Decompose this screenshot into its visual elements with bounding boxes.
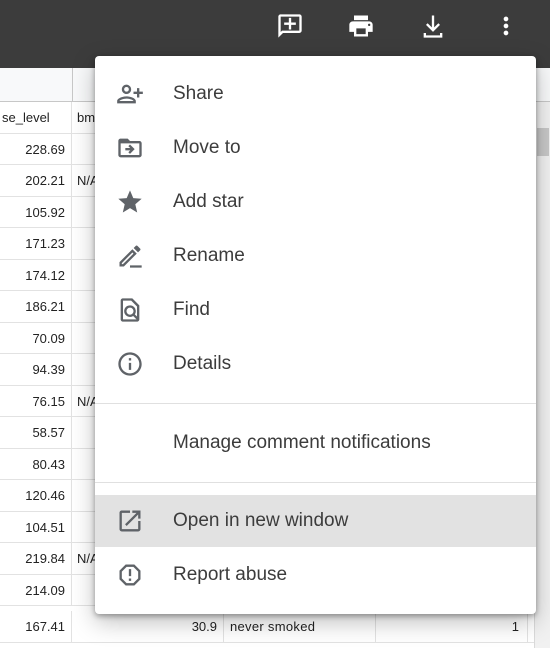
glucose-cell[interactable]: 105.92: [0, 196, 72, 227]
more-vert-icon[interactable]: [490, 10, 522, 42]
menu-separator: [95, 403, 536, 404]
glucose-cell[interactable]: 186.21: [0, 291, 72, 322]
download-icon[interactable]: [417, 10, 449, 42]
glucose-cell[interactable]: 76.15: [0, 385, 72, 416]
table-row: 167.41 30.9 never smoked 1: [0, 611, 550, 643]
person-add-icon: [115, 80, 145, 108]
glucose-cell[interactable]: 171.23: [0, 228, 72, 259]
open-in-new-icon: [115, 507, 145, 535]
glucose-cell[interactable]: 167.41: [0, 611, 72, 642]
menu-item-manage-comment-notifications[interactable]: Manage comment notifications: [95, 417, 536, 469]
menu-item-label: Manage comment notifications: [173, 432, 431, 453]
menu-item-rename[interactable]: Rename: [95, 230, 536, 282]
glucose-cell[interactable]: 70.09: [0, 322, 72, 353]
menu-item-label: Add star: [173, 191, 244, 212]
add-comment-icon[interactable]: [274, 10, 306, 42]
star-icon: [115, 188, 145, 216]
menu-item-share[interactable]: Share: [95, 68, 536, 120]
report-icon: [115, 561, 145, 589]
menu-item-report-abuse[interactable]: Report abuse: [95, 549, 536, 601]
more-actions-menu: Share Move to Add star Rename Find Detai…: [95, 56, 536, 614]
menu-item-label: Share: [173, 83, 224, 104]
glucose-cell[interactable]: 202.21: [0, 165, 72, 196]
menu-item-label: Move to: [173, 137, 241, 158]
menu-separator: [95, 482, 536, 483]
glucose-cell[interactable]: 219.84: [0, 543, 72, 574]
glucose-cell[interactable]: 214.09: [0, 574, 72, 605]
header-cell[interactable]: se_level: [0, 102, 72, 133]
menu-item-label: Details: [173, 353, 232, 374]
vertical-scrollbar[interactable]: [534, 102, 550, 648]
menu-item-open-in-new-window[interactable]: Open in new window: [95, 495, 536, 547]
glucose-cell[interactable]: 80.43: [0, 448, 72, 479]
menu-item-label: Rename: [173, 245, 245, 266]
glucose-cell[interactable]: 120.46: [0, 480, 72, 511]
find-in-page-icon: [115, 296, 145, 324]
smoking-cell[interactable]: never smoked: [224, 611, 376, 642]
menu-item-label: Open in new window: [173, 510, 349, 531]
glucose-cell[interactable]: 228.69: [0, 133, 72, 164]
glucose-cell[interactable]: 174.12: [0, 259, 72, 290]
menu-item-label: Report abuse: [173, 564, 288, 585]
menu-item-move-to[interactable]: Move to: [95, 122, 536, 174]
rename-pencil-icon: [115, 242, 145, 270]
menu-item-add-star[interactable]: Add star: [95, 176, 536, 228]
glucose-cell[interactable]: 104.51: [0, 511, 72, 542]
info-icon: [115, 350, 145, 378]
glucose-cell[interactable]: 94.39: [0, 354, 72, 385]
column-divider: [72, 68, 73, 102]
move-to-folder-icon: [115, 134, 145, 162]
stroke-cell[interactable]: 1: [376, 611, 528, 642]
menu-item-label: Find: [173, 299, 210, 320]
glucose-cell[interactable]: 58.57: [0, 417, 72, 448]
menu-item-find[interactable]: Find: [95, 284, 536, 336]
print-icon[interactable]: [345, 10, 377, 42]
scrollbar-thumb[interactable]: [537, 128, 549, 156]
menu-item-details[interactable]: Details: [95, 338, 536, 390]
bmi-cell[interactable]: 30.9: [72, 611, 224, 642]
